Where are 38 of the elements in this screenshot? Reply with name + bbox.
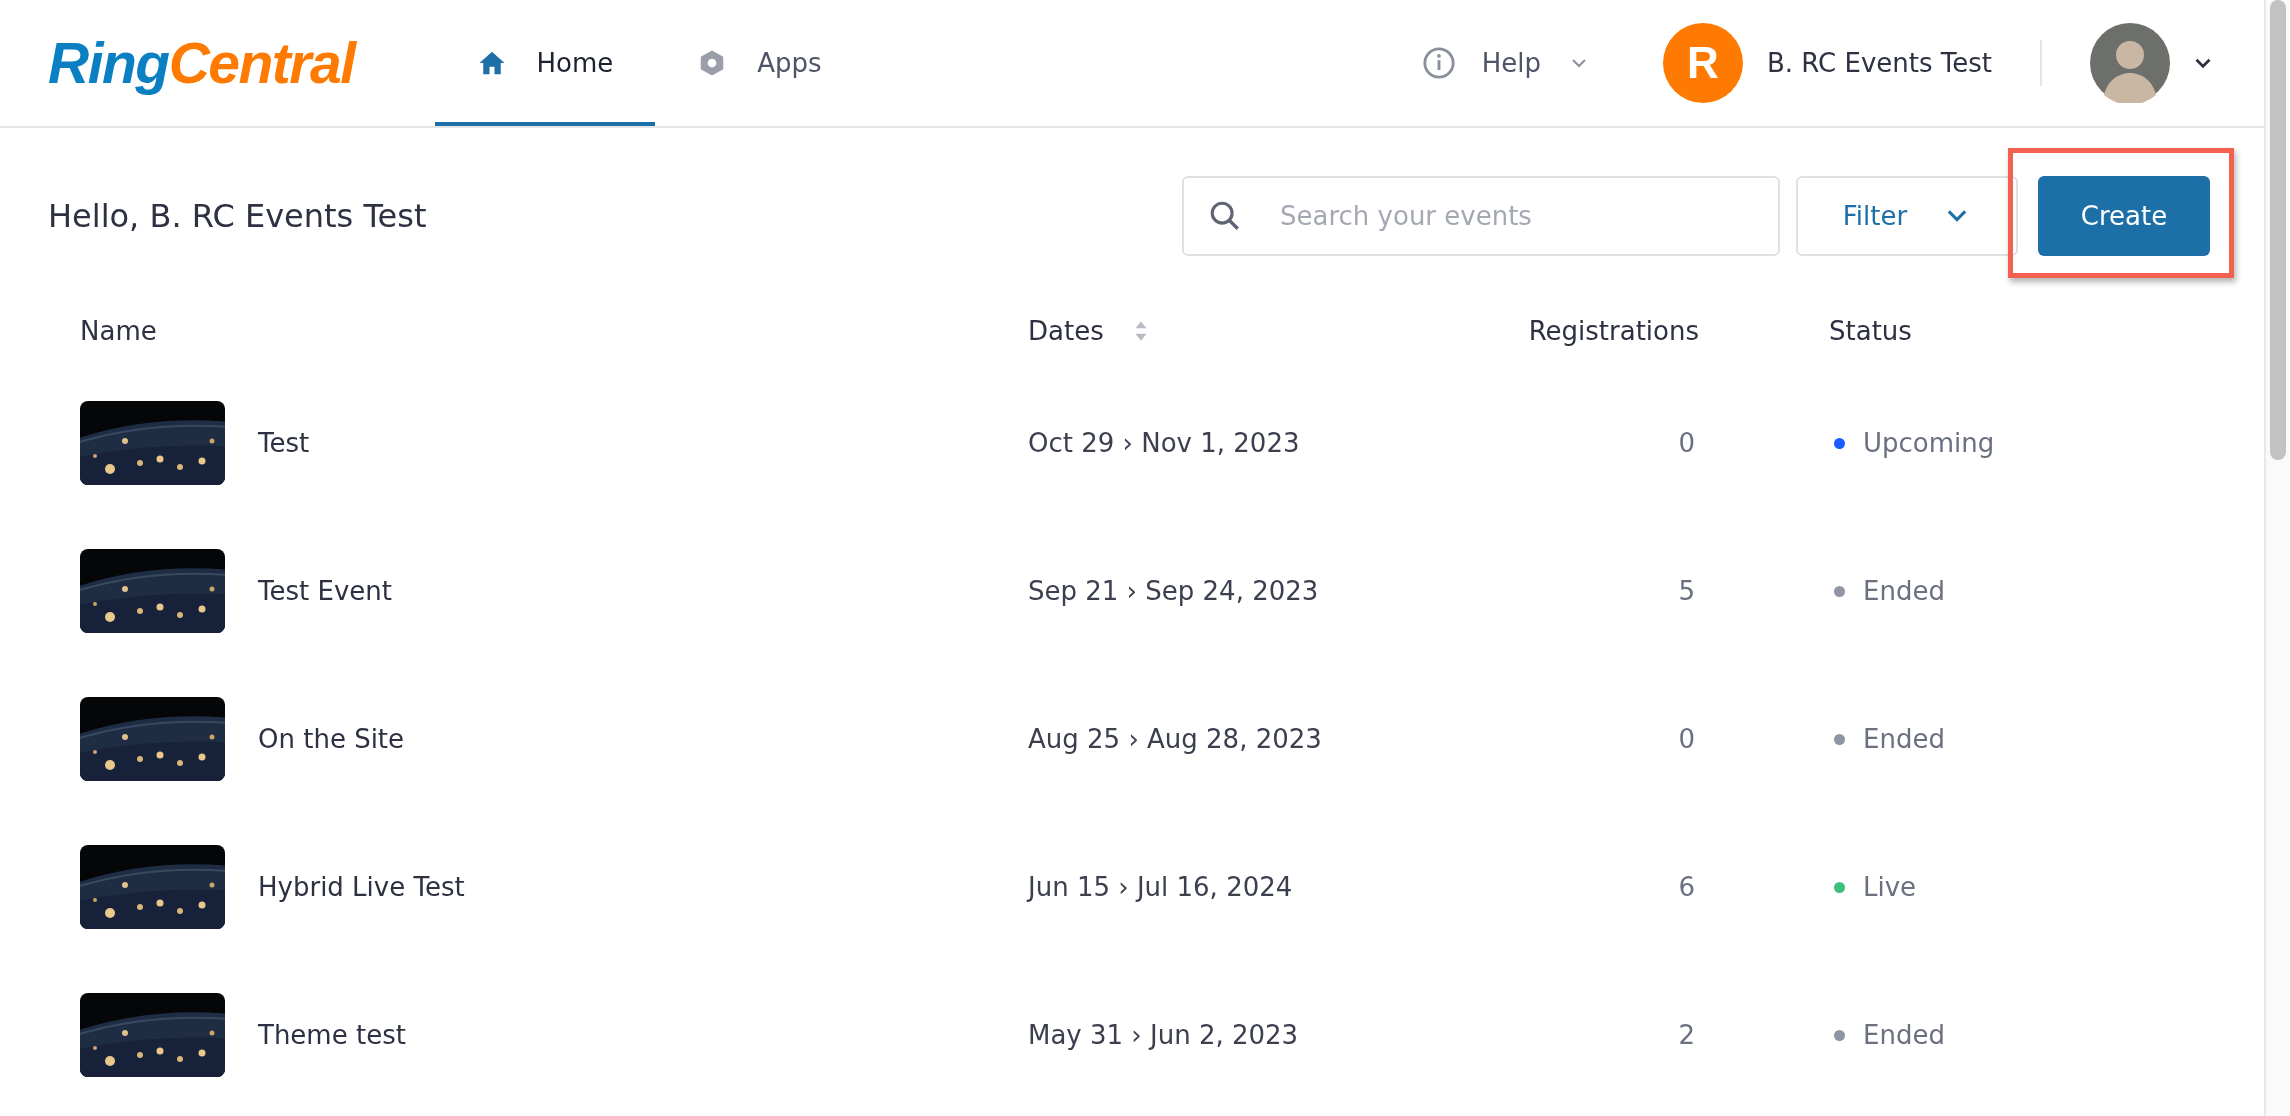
logo[interactable]: RingCentral (48, 30, 355, 96)
column-header: Status (1829, 316, 1912, 346)
avatar-icon[interactable] (2090, 23, 2170, 103)
event-dates: May 31 › Jun 2, 2023 (1028, 1020, 1299, 1050)
account-name: B. RC Events Test (1766, 48, 1992, 78)
column-header: Registrations (1528, 316, 1699, 346)
info-icon (1421, 46, 1456, 80)
nav-tab[interactable]: Home (434, 0, 656, 126)
event-status: Ended (1863, 1020, 1945, 1050)
event-name[interactable]: Test Event (258, 576, 392, 606)
event-status: Ended (1863, 724, 1945, 754)
column-header: Name (80, 316, 157, 346)
registration-count: 6 (1678, 872, 1696, 902)
account-badge: R (1662, 23, 1743, 103)
help-menu[interactable]: Help (1421, 46, 1591, 80)
create-button[interactable]: Create (2038, 176, 2210, 256)
registration-count: 0 (1678, 428, 1696, 458)
event-dates: Aug 25 › Aug 28, 2023 (1028, 724, 1322, 754)
event-status: Upcoming (1863, 428, 1995, 458)
search-field[interactable]: Search your events (1182, 176, 1780, 256)
event-name[interactable]: Hybrid Live Test (258, 872, 465, 902)
event-dates: Sep 21 › Sep 24, 2023 (1028, 576, 1319, 606)
event-status: Live (1863, 872, 1917, 902)
event-status: Ended (1863, 576, 1945, 606)
filter-button[interactable]: Filter (1796, 176, 2018, 256)
scrollbar[interactable] (2264, 0, 2290, 1116)
greeting: Hello, B. RC Events Test (48, 197, 427, 235)
nav-tab[interactable]: Apps (655, 0, 864, 126)
event-dates: Oct 29 › Nov 1, 2023 (1028, 428, 1300, 458)
registration-count: 5 (1678, 576, 1696, 606)
event-name[interactable]: Theme test (258, 1020, 406, 1050)
registration-count: 0 (1678, 724, 1696, 754)
event-name[interactable]: On the Site (258, 724, 405, 754)
search-icon (1208, 199, 1242, 233)
registration-count: 2 (1678, 1020, 1696, 1050)
event-name[interactable]: Test (258, 428, 310, 458)
event-dates: Jun 15 › Jul 16, 2024 (1028, 872, 1293, 902)
column-header[interactable]: Dates (1028, 316, 1104, 346)
